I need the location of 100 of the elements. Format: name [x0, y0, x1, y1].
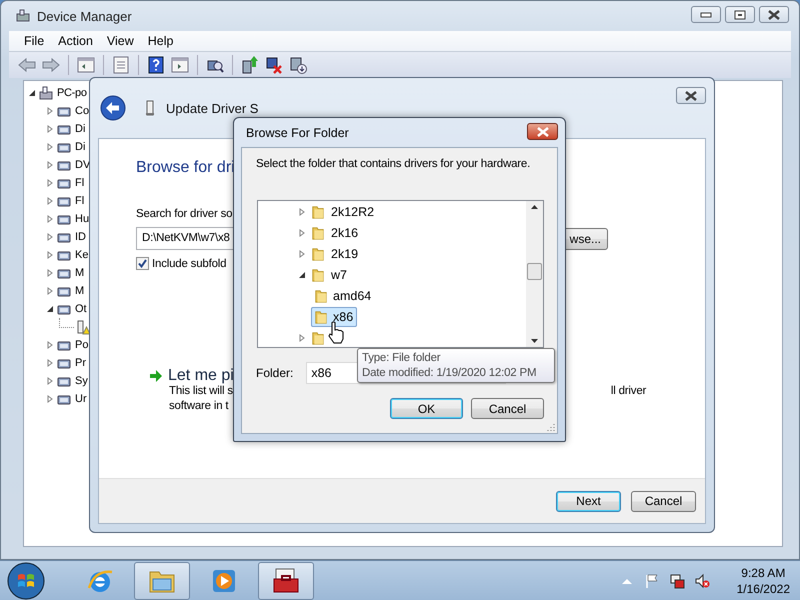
close-button[interactable]: [527, 123, 558, 140]
next-button[interactable]: Next: [556, 490, 621, 512]
properties-icon[interactable]: [111, 55, 131, 75]
option-description: ll driver: [610, 385, 646, 399]
tree-item[interactable]: Po: [74, 339, 88, 351]
cancel-button[interactable]: Cancel: [631, 490, 696, 512]
close-button[interactable]: [676, 87, 706, 104]
clock[interactable]: 9:28 AM 1/16/2022: [736, 564, 790, 596]
option-link[interactable]: Let me pi: [168, 367, 234, 385]
close-button[interactable]: [759, 6, 789, 23]
field-label: Folder:: [256, 366, 294, 380]
back-button[interactable]: [100, 95, 126, 121]
tree-item[interactable]: Fl: [74, 177, 84, 189]
ok-button[interactable]: OK: [390, 398, 463, 419]
help-icon[interactable]: [146, 55, 166, 75]
scroll-up-icon[interactable]: [531, 205, 538, 209]
enable-device-icon[interactable]: [288, 55, 308, 75]
scroll-thumb[interactable]: [527, 263, 542, 280]
collapsed-arrow-icon[interactable]: [46, 179, 54, 187]
maximize-icon: [734, 10, 746, 20]
tree-item[interactable]: Ur: [74, 393, 87, 405]
start-button[interactable]: [6, 560, 46, 600]
flag-icon[interactable]: [644, 572, 660, 588]
expanded-arrow-icon[interactable]: [28, 89, 36, 97]
clock-time: 9:28 AM: [741, 564, 786, 580]
collapsed-arrow-icon[interactable]: [46, 341, 54, 349]
field-label: Search for driver so: [136, 208, 232, 220]
collapsed-arrow-icon[interactable]: [46, 269, 54, 277]
tooltip-text: Type: File folder: [362, 351, 442, 366]
folder-icon: [314, 308, 328, 324]
menu-item[interactable]: Help: [142, 34, 182, 48]
uninstall-icon[interactable]: [264, 55, 284, 75]
collapsed-arrow-icon[interactable]: [46, 287, 54, 295]
folder-icon: [311, 266, 325, 282]
network-icon[interactable]: [668, 572, 685, 588]
clock-date: 1/16/2022: [736, 580, 790, 596]
taskbar-button[interactable]: [258, 562, 314, 600]
checkbox[interactable]: [136, 257, 149, 270]
collapsed-arrow-icon[interactable]: [46, 233, 54, 241]
tree-item[interactable]: PC-po: [56, 87, 87, 99]
computer-icon: [15, 8, 31, 24]
tree-item[interactable]: M: [74, 267, 84, 279]
folder-icon: [311, 204, 325, 220]
close-icon: [536, 126, 550, 136]
minimize-button[interactable]: [691, 6, 721, 23]
maximize-button[interactable]: [725, 6, 755, 23]
collapsed-arrow-icon[interactable]: [298, 228, 306, 236]
collapsed-arrow-icon[interactable]: [46, 395, 54, 403]
collapsed-arrow-icon[interactable]: [46, 125, 54, 133]
collapsed-arrow-icon[interactable]: [46, 215, 54, 223]
checkbox-label: Include subfold: [152, 258, 226, 270]
back-arrow-icon[interactable]: [17, 55, 37, 75]
scrollbar[interactable]: [526, 201, 543, 347]
update-driver-icon[interactable]: [240, 55, 260, 75]
expanded-arrow-icon[interactable]: [46, 305, 54, 313]
hand-cursor-icon: [327, 321, 345, 345]
collapsed-arrow-icon[interactable]: [46, 143, 54, 151]
collapsed-arrow-icon[interactable]: [46, 359, 54, 367]
tree-item[interactable]: Fl: [74, 195, 84, 207]
tree-item[interactable]: M: [74, 285, 84, 297]
resize-grip-icon[interactable]: [545, 421, 555, 431]
folder-item[interactable]: 2k19: [330, 246, 358, 260]
folder-item[interactable]: 2k12R2: [330, 204, 374, 218]
tree-item[interactable]: Di: [74, 141, 86, 153]
prompt-text: Select the folder that contains drivers for your hardware.: [256, 158, 532, 170]
tree-item[interactable]: Co: [74, 105, 90, 117]
tree-item[interactable]: Ke: [74, 249, 88, 261]
tree-item[interactable]: Pr: [74, 357, 86, 369]
expanded-arrow-icon[interactable]: [298, 270, 306, 278]
tree-item[interactable]: ID: [74, 231, 86, 243]
window-title: Update Driver S: [166, 100, 258, 116]
menu-item[interactable]: View: [102, 34, 143, 48]
toolbox-icon: [271, 566, 301, 596]
folder-item[interactable]: 2k16: [330, 226, 358, 240]
collapsed-arrow-icon[interactable]: [298, 334, 306, 342]
menu-item[interactable]: File: [19, 34, 54, 48]
scroll-down-icon[interactable]: [531, 339, 538, 343]
tree-item[interactable]: Ot: [74, 303, 87, 315]
folder-item[interactable]: x86: [311, 306, 358, 326]
collapsed-arrow-icon[interactable]: [46, 107, 54, 115]
collapsed-arrow-icon[interactable]: [46, 251, 54, 259]
action-pane-icon[interactable]: [170, 55, 190, 75]
console-tree-icon[interactable]: [76, 55, 96, 75]
collapsed-arrow-icon[interactable]: [46, 161, 54, 169]
collapsed-arrow-icon[interactable]: [298, 208, 306, 216]
folder-icon: [311, 246, 325, 262]
collapsed-arrow-icon[interactable]: [46, 197, 54, 205]
menu-item[interactable]: Action: [53, 34, 102, 48]
folder-item[interactable]: w7: [330, 268, 347, 282]
tree-item[interactable]: Hu: [74, 213, 90, 225]
folder-item[interactable]: amd64: [311, 286, 376, 306]
cancel-button[interactable]: Cancel: [471, 398, 544, 419]
collapsed-arrow-icon[interactable]: [46, 377, 54, 385]
tree-item[interactable]: Di: [74, 123, 86, 135]
collapsed-arrow-icon[interactable]: [298, 250, 306, 258]
forward-arrow-icon[interactable]: [41, 55, 61, 75]
folder-icon: [314, 288, 328, 304]
muted-speaker-icon[interactable]: [694, 572, 710, 588]
tree-item[interactable]: Sy: [74, 375, 88, 387]
folder-icon: [311, 330, 325, 346]
